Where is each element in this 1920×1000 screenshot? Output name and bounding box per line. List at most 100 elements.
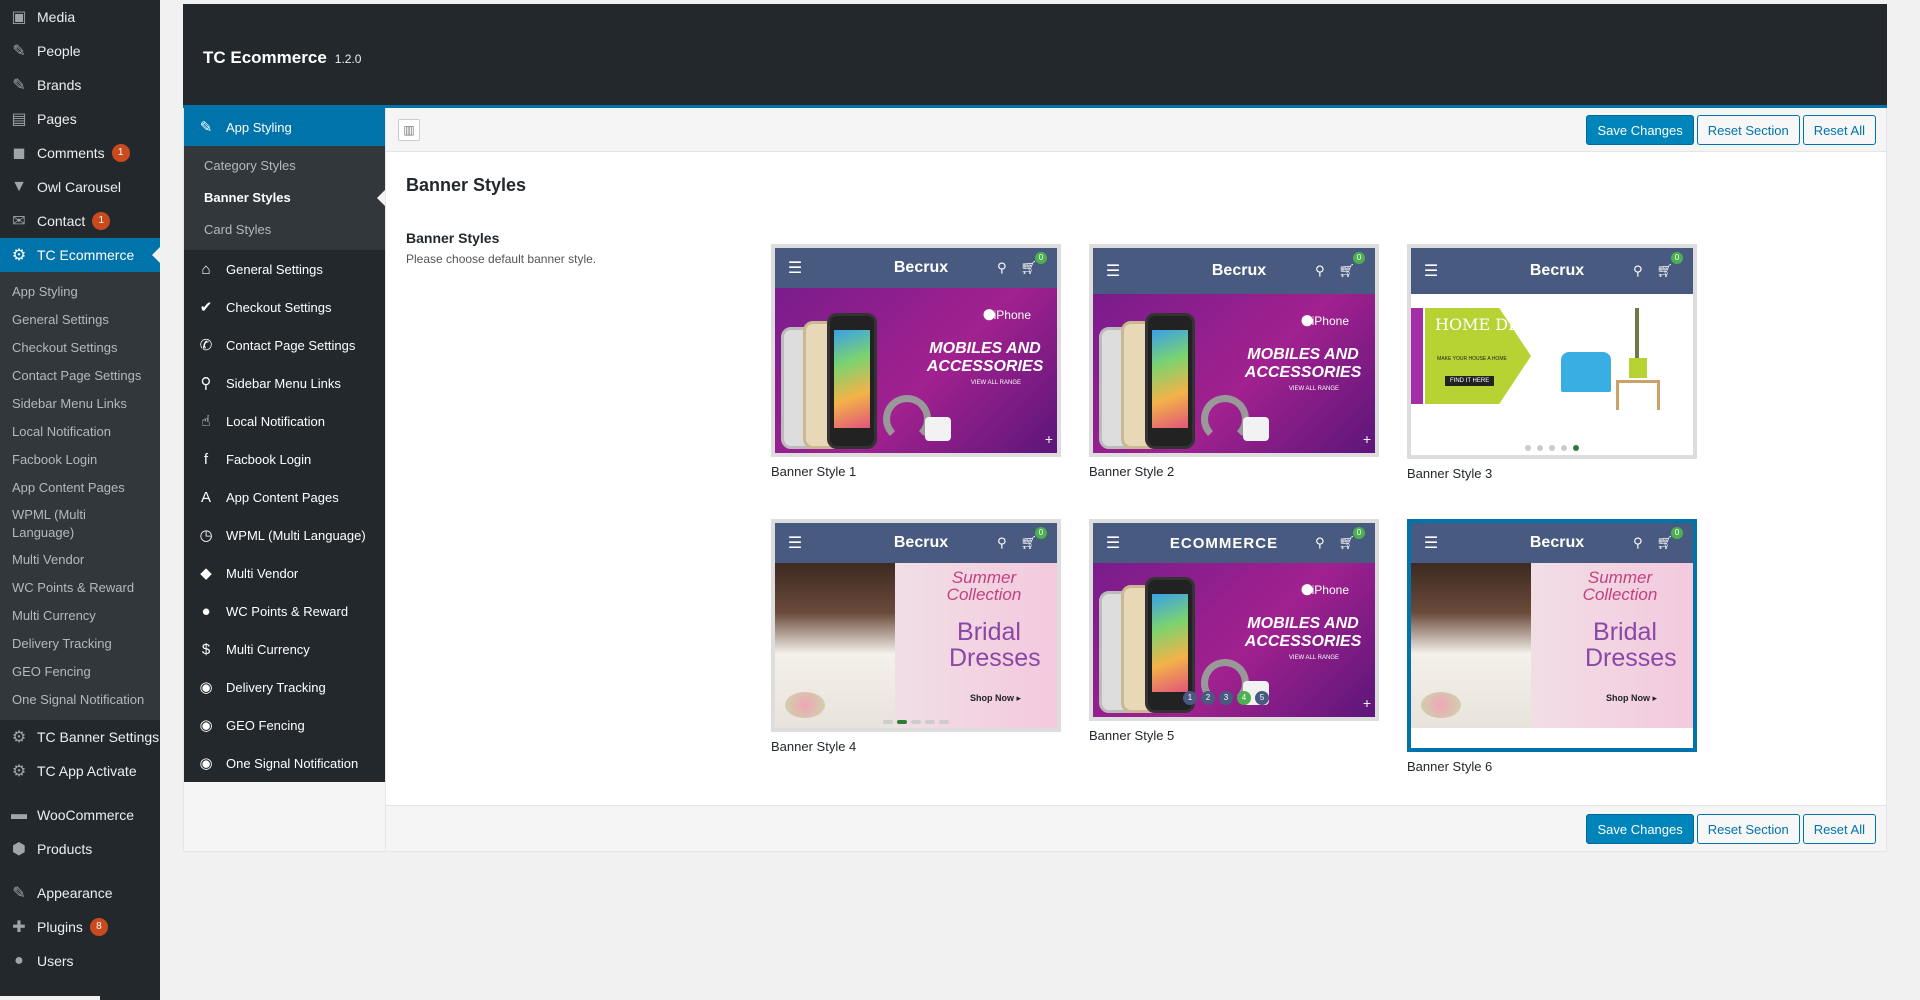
submenu-contact-page-settings[interactable]: Contact Page Settings bbox=[0, 362, 160, 390]
banner-option-1[interactable]: ☰ Becrux ⚲ 🛒︎ 0 ● iPhone MOBILES AND ACCE… bbox=[771, 244, 1061, 479]
nav-facbook-login[interactable]: f Facbook Login bbox=[184, 440, 385, 478]
promo-text: MOBILES AND ACCESSORIES bbox=[926, 340, 1044, 375]
menu-pages[interactable]: ▤ Pages bbox=[0, 102, 160, 136]
nav-app-content-pages[interactable]: A App Content Pages bbox=[184, 478, 385, 516]
menu-separator bbox=[0, 788, 160, 798]
cart-icon: 🛒︎ bbox=[1020, 535, 1038, 550]
menu-icon: ☰ bbox=[787, 260, 803, 277]
save-changes-button[interactable]: Save Changes bbox=[1586, 115, 1694, 145]
nav-wc-points[interactable]: ● WC Points & Reward bbox=[184, 592, 385, 630]
font-icon: A bbox=[200, 488, 211, 506]
submenu-one-signal[interactable]: One Signal Notification bbox=[0, 686, 160, 714]
bridal-dresses-text: Bridal Dresses bbox=[1585, 618, 1677, 672]
submenu-delivery-tracking[interactable]: Delivery Tracking bbox=[0, 630, 160, 658]
tc-ecommerce-submenu: App Styling General Settings Checkout Se… bbox=[0, 272, 160, 720]
table-illustration bbox=[1616, 380, 1660, 410]
reset-all-button[interactable]: Reset All bbox=[1802, 814, 1876, 844]
phones-illustration bbox=[1099, 309, 1209, 449]
nav-wpml[interactable]: ◷ WPML (Multi Language) bbox=[184, 516, 385, 554]
save-changes-button[interactable]: Save Changes bbox=[1586, 814, 1694, 844]
cart-count: 0 bbox=[1353, 527, 1365, 539]
reset-all-button[interactable]: Reset All bbox=[1802, 115, 1876, 145]
menu-plugins[interactable]: ✚ Plugins 8 bbox=[0, 910, 160, 944]
banner-image: Summer Collection Bridal Dresses Shop No… bbox=[1411, 563, 1693, 728]
menu-tc-ecommerce[interactable]: ⚙ TC Ecommerce bbox=[0, 238, 160, 272]
phone-icon: ✆ bbox=[199, 337, 213, 354]
search-icon: ⚲ bbox=[1633, 263, 1643, 278]
nav-contact-page-settings[interactable]: ✆ Contact Page Settings bbox=[184, 326, 385, 364]
field-description: Please choose default banner style. bbox=[406, 252, 597, 266]
menu-users[interactable]: ● Users bbox=[0, 944, 160, 978]
banner-option-5[interactable]: ☰ ECOMMERCE ⚲ 🛒︎ 0 ● iPhone MOBILES AND A… bbox=[1089, 519, 1379, 743]
drop-icon: ● bbox=[201, 602, 211, 620]
banner-image: ● iPhone MOBILES AND ACCESSORIES VIEW AL… bbox=[1093, 563, 1375, 717]
menu-tc-banner-settings[interactable]: ⚙ TC Banner Settings bbox=[0, 720, 160, 754]
nav-local-notification[interactable]: ☝ Local Notification bbox=[184, 402, 385, 440]
menu-label: People bbox=[37, 43, 81, 59]
nav-label: Sidebar Menu Links bbox=[226, 375, 341, 391]
submenu-multi-vendor[interactable]: Multi Vendor bbox=[0, 546, 160, 574]
expand-options-icon[interactable]: ▥ bbox=[398, 119, 420, 141]
menu-owl-carousel[interactable]: ▼ Owl Carousel bbox=[0, 170, 160, 204]
banner-preview: ☰ Becrux ⚲ 🛒︎ 0 ● iPhone MOBILES AND ACCE… bbox=[1089, 244, 1379, 457]
nav-delivery-tracking[interactable]: ◉ Delivery Tracking bbox=[184, 668, 385, 706]
nav-general-settings[interactable]: ⌂ General Settings bbox=[184, 250, 385, 288]
decor-cta: FIND IT HERE bbox=[1445, 376, 1495, 386]
reset-section-button[interactable]: Reset Section bbox=[1696, 115, 1800, 145]
menu-label: Products bbox=[37, 841, 93, 857]
home-icon: ⌂ bbox=[201, 260, 211, 278]
submenu-local-notification[interactable]: Local Notification bbox=[0, 418, 160, 446]
menu-people[interactable]: ✎ People bbox=[0, 34, 160, 68]
nav-banner-styles[interactable]: Banner Styles bbox=[184, 182, 385, 214]
menu-appearance[interactable]: ✎ Appearance bbox=[0, 876, 160, 910]
app-bar: ☰ Becrux ⚲ 🛒︎ 0 bbox=[1411, 523, 1693, 563]
submenu-sidebar-menu-links[interactable]: Sidebar Menu Links bbox=[0, 390, 160, 418]
submenu-geo-fencing[interactable]: GEO Fencing bbox=[0, 658, 160, 686]
submenu-app-styling[interactable]: App Styling bbox=[0, 278, 160, 306]
menu-comments[interactable]: ◼ Comments 1 bbox=[0, 136, 160, 170]
nav-one-signal[interactable]: ◉ One Signal Notification bbox=[184, 744, 385, 782]
menu-label: Contact bbox=[37, 213, 86, 229]
menu-label: TC App Activate bbox=[37, 763, 137, 779]
app-bar: ☰ Becrux ⚲ 🛒︎ 0 bbox=[1093, 248, 1375, 294]
reset-section-button[interactable]: Reset Section bbox=[1696, 814, 1800, 844]
menu-woocommerce[interactable]: ▬ WooCommerce bbox=[0, 798, 160, 832]
banner-image: ● iPhone MOBILES AND ACCESSORIES VIEW AL… bbox=[1093, 294, 1375, 453]
menu-brands[interactable]: ✎ Brands bbox=[0, 68, 160, 102]
nav-sidebar-menu-links[interactable]: ⚲ Sidebar Menu Links bbox=[184, 364, 385, 402]
submenu-facbook-login[interactable]: Facbook Login bbox=[0, 446, 160, 474]
menu-icon: ☰ bbox=[787, 535, 803, 552]
nav-geo-fencing[interactable]: ◉ GEO Fencing bbox=[184, 706, 385, 744]
nav-multi-vendor[interactable]: ◆ Multi Vendor bbox=[184, 554, 385, 592]
submenu-wc-points[interactable]: WC Points & Reward bbox=[0, 574, 160, 602]
banner-option-6[interactable]: ☰ Becrux ⚲ 🛒︎ 0 Summer Collection Bridal … bbox=[1407, 519, 1697, 774]
nav-app-styling[interactable]: ✎ App Styling bbox=[184, 108, 385, 146]
iphone-label: iPhone bbox=[1311, 314, 1349, 328]
menu-contact[interactable]: ✉ Contact 1 bbox=[0, 204, 160, 238]
gear-icon: ⚙ bbox=[11, 763, 27, 780]
menu-media[interactable]: ▣ Media bbox=[0, 0, 160, 34]
banner-option-3[interactable]: ☰ Becrux ⚲ 🛒︎ 0 HOME DECOR MAKE YOUR HOUS… bbox=[1407, 244, 1697, 481]
view-range-text: VIEW ALL RANGE bbox=[970, 380, 1021, 386]
menu-products[interactable]: ⬢ Products bbox=[0, 832, 160, 866]
nav-checkout-settings[interactable]: ✔ Checkout Settings bbox=[184, 288, 385, 326]
banner-option-2[interactable]: ☰ Becrux ⚲ 🛒︎ 0 ● iPhone MOBILES AND ACCE… bbox=[1089, 244, 1379, 479]
banner-option-4[interactable]: ☰ Becrux ⚲ 🛒︎ 0 Summer Collection Bridal … bbox=[771, 519, 1061, 754]
slide-dots bbox=[1411, 445, 1693, 451]
decor-title: HOME DECOR bbox=[1435, 315, 1558, 334]
panel-header: TC Ecommerce 1.2.0 bbox=[183, 4, 1887, 108]
submenu-general-settings[interactable]: General Settings bbox=[0, 306, 160, 334]
wp-admin-sidebar: ▣ Media ✎ People ✎ Brands ▤ Pages ◼ Comments 1… bbox=[0, 0, 160, 1000]
nav-card-styles[interactable]: Card Styles bbox=[184, 214, 385, 246]
summer-collection-text: Summer Collection bbox=[1582, 568, 1658, 604]
menu-tc-app-activate[interactable]: ⚙ TC App Activate bbox=[0, 754, 160, 788]
nav-multi-currency[interactable]: $ Multi Currency bbox=[184, 630, 385, 668]
plus-icon: + bbox=[1044, 431, 1053, 447]
submenu-multi-currency[interactable]: Multi Currency bbox=[0, 602, 160, 630]
nav-category-styles[interactable]: Category Styles bbox=[184, 150, 385, 182]
submenu-wpml[interactable]: WPML (Multi Language) bbox=[0, 502, 110, 546]
submenu-checkout-settings[interactable]: Checkout Settings bbox=[0, 334, 160, 362]
page-dot: 4 bbox=[1237, 691, 1251, 705]
submenu-app-content-pages[interactable]: App Content Pages bbox=[0, 474, 160, 502]
menu-label: Plugins bbox=[37, 919, 83, 935]
